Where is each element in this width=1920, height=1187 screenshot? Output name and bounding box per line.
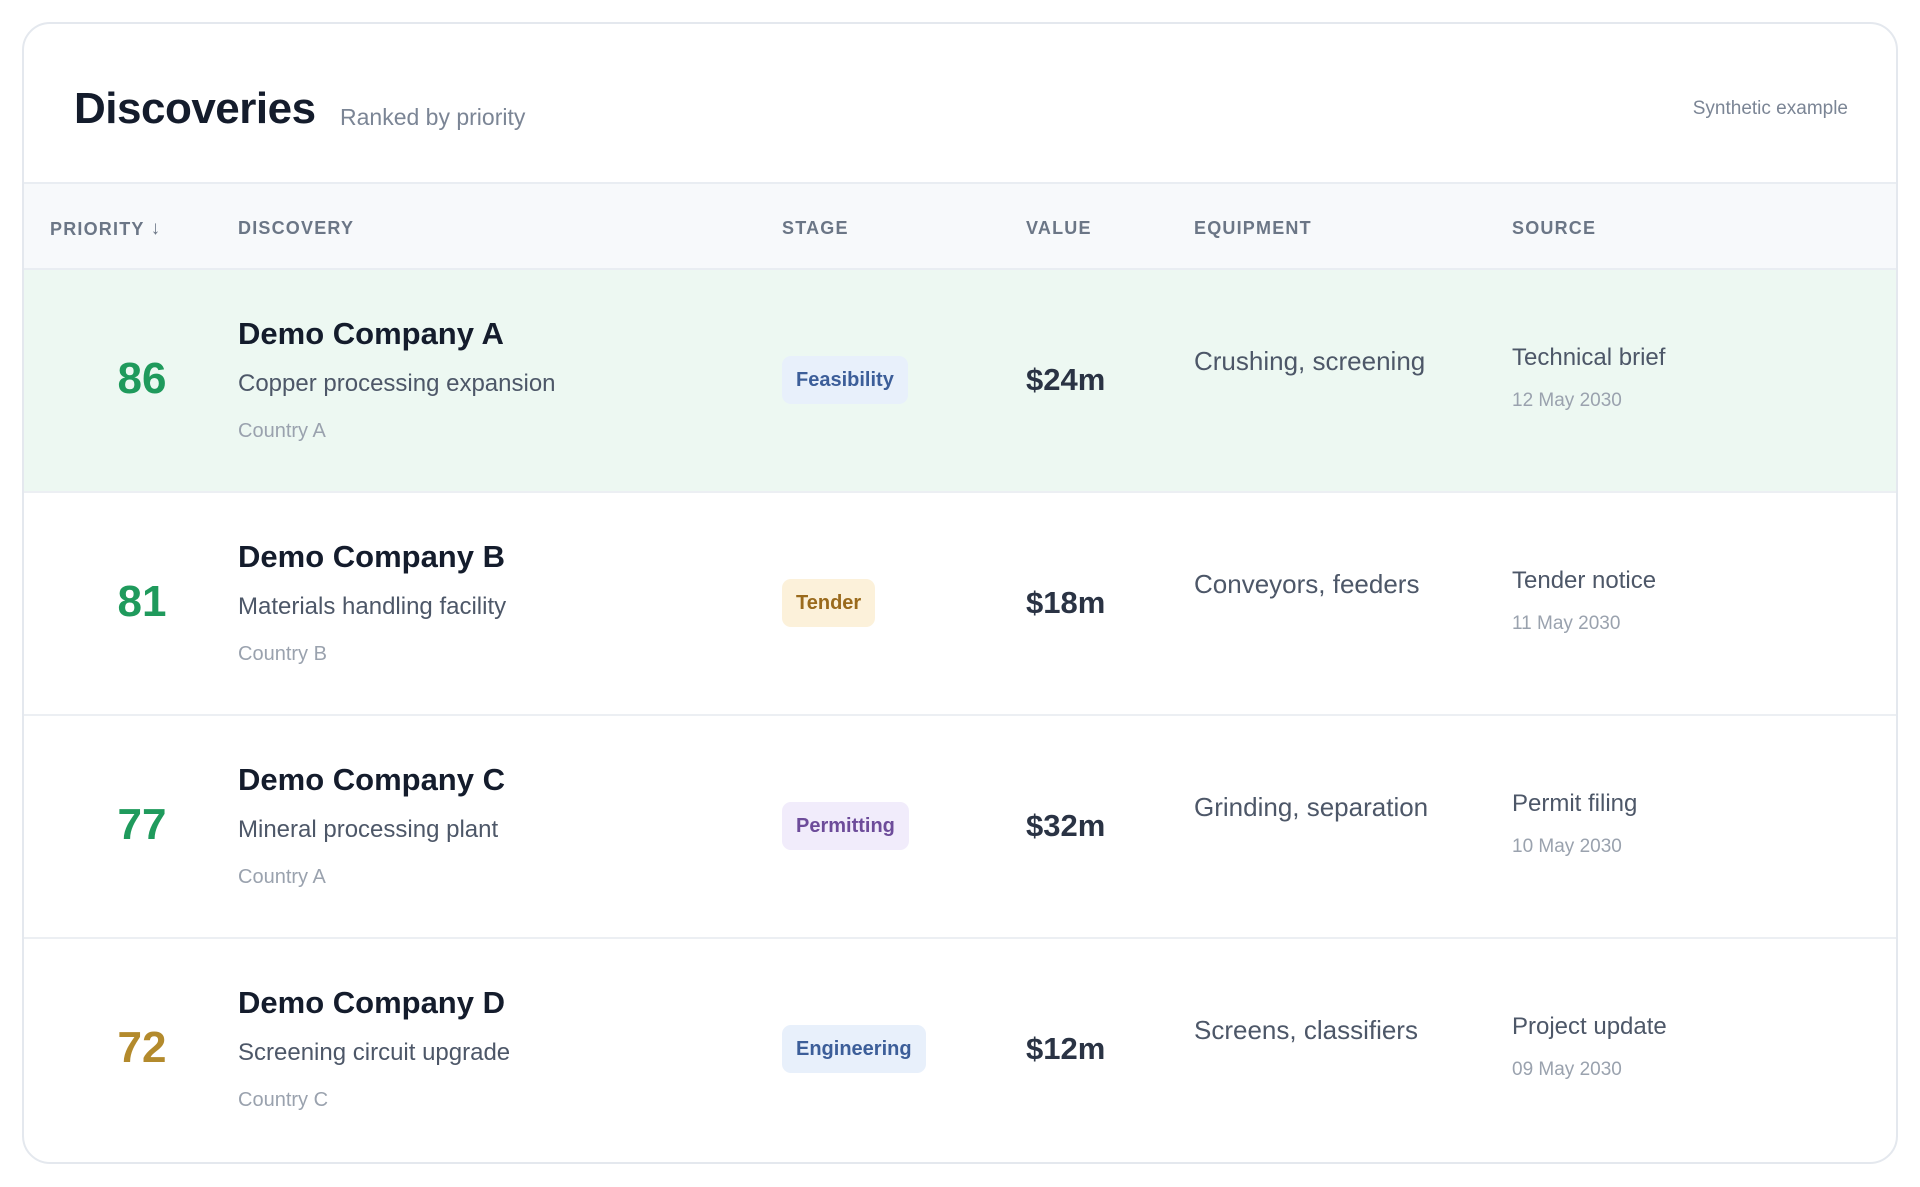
table-row[interactable]: 77 Demo Company C Mineral processing pla…: [24, 716, 1896, 939]
value-amount: $18m: [1026, 585, 1106, 620]
value-amount: $24m: [1026, 362, 1106, 397]
page-subtitle: Ranked by priority: [340, 104, 526, 130]
table-header: PRIORITY ↓ DISCOVERY STAGE VALUE EQUIPME…: [24, 184, 1896, 270]
equipment-list: Crushing, screening: [1194, 346, 1426, 376]
stage-badge: Feasibility: [782, 356, 908, 404]
column-header-discovery-label: DISCOVERY: [238, 218, 355, 238]
country-label: Country B: [238, 643, 327, 665]
column-header-source[interactable]: SOURCE: [1512, 218, 1596, 239]
column-header-priority[interactable]: PRIORITY ↓: [50, 218, 161, 240]
column-header-stage[interactable]: STAGE: [782, 218, 849, 239]
equipment-list: Grinding, separation: [1194, 792, 1429, 822]
stage-badge: Tender: [782, 579, 876, 627]
source-date: 10 May 2030: [1512, 836, 1622, 857]
project-name: Mineral processing plant: [238, 816, 499, 843]
table-row[interactable]: 81 Demo Company B Materials handling fac…: [24, 493, 1896, 716]
company-name[interactable]: Demo Company D: [238, 985, 505, 1021]
column-header-equipment-label: EQUIPMENT: [1194, 218, 1312, 238]
card-header: Discoveries Ranked by priority Synthetic…: [24, 24, 1896, 184]
column-header-value[interactable]: VALUE: [1026, 218, 1092, 239]
column-header-value-label: VALUE: [1026, 218, 1092, 238]
priority-score: 77: [117, 800, 167, 849]
project-name: Copper processing expansion: [238, 370, 556, 397]
column-header-priority-label: PRIORITY: [50, 218, 145, 239]
country-label: Country A: [238, 420, 326, 442]
source-link[interactable]: Technical brief: [1512, 344, 1665, 372]
source-date: 11 May 2030: [1512, 613, 1621, 634]
arrow-down-icon: ↓: [150, 218, 162, 239]
equipment-list: Conveyors, feeders: [1194, 569, 1420, 599]
source-date: 12 May 2030: [1512, 390, 1622, 411]
column-header-equipment[interactable]: EQUIPMENT: [1194, 218, 1312, 239]
source-link[interactable]: Project update: [1512, 1013, 1667, 1041]
source-link[interactable]: Permit filing: [1512, 790, 1637, 818]
column-header-discovery[interactable]: DISCOVERY: [238, 218, 354, 239]
table-row[interactable]: 86 Demo Company A Copper processing expa…: [24, 270, 1896, 493]
discoveries-card: Discoveries Ranked by priority Synthetic…: [22, 22, 1898, 1164]
synthetic-example-label: Synthetic example: [1692, 98, 1848, 119]
priority-score: 81: [117, 577, 167, 626]
source-link[interactable]: Tender notice: [1512, 567, 1656, 595]
stage-badge: Permitting: [782, 802, 909, 850]
value-amount: $32m: [1026, 808, 1106, 843]
priority-score: 72: [117, 1023, 167, 1072]
priority-score: 86: [117, 354, 167, 403]
column-header-source-label: SOURCE: [1512, 218, 1597, 238]
page-title: Discoveries: [74, 84, 316, 133]
value-amount: $12m: [1026, 1031, 1106, 1066]
country-label: Country C: [238, 1089, 329, 1111]
table-row[interactable]: 72 Demo Company D Screening circuit upgr…: [24, 939, 1896, 1162]
company-name[interactable]: Demo Company B: [238, 539, 505, 575]
country-label: Country A: [238, 866, 326, 888]
company-name[interactable]: Demo Company C: [238, 762, 505, 798]
source-date: 09 May 2030: [1512, 1059, 1622, 1080]
stage-badge: Engineering: [782, 1025, 926, 1073]
project-name: Materials handling facility: [238, 593, 507, 620]
column-header-stage-label: STAGE: [782, 218, 849, 238]
equipment-list: Screens, classifiers: [1194, 1015, 1418, 1045]
company-name[interactable]: Demo Company A: [238, 316, 504, 352]
project-name: Screening circuit upgrade: [238, 1039, 511, 1066]
